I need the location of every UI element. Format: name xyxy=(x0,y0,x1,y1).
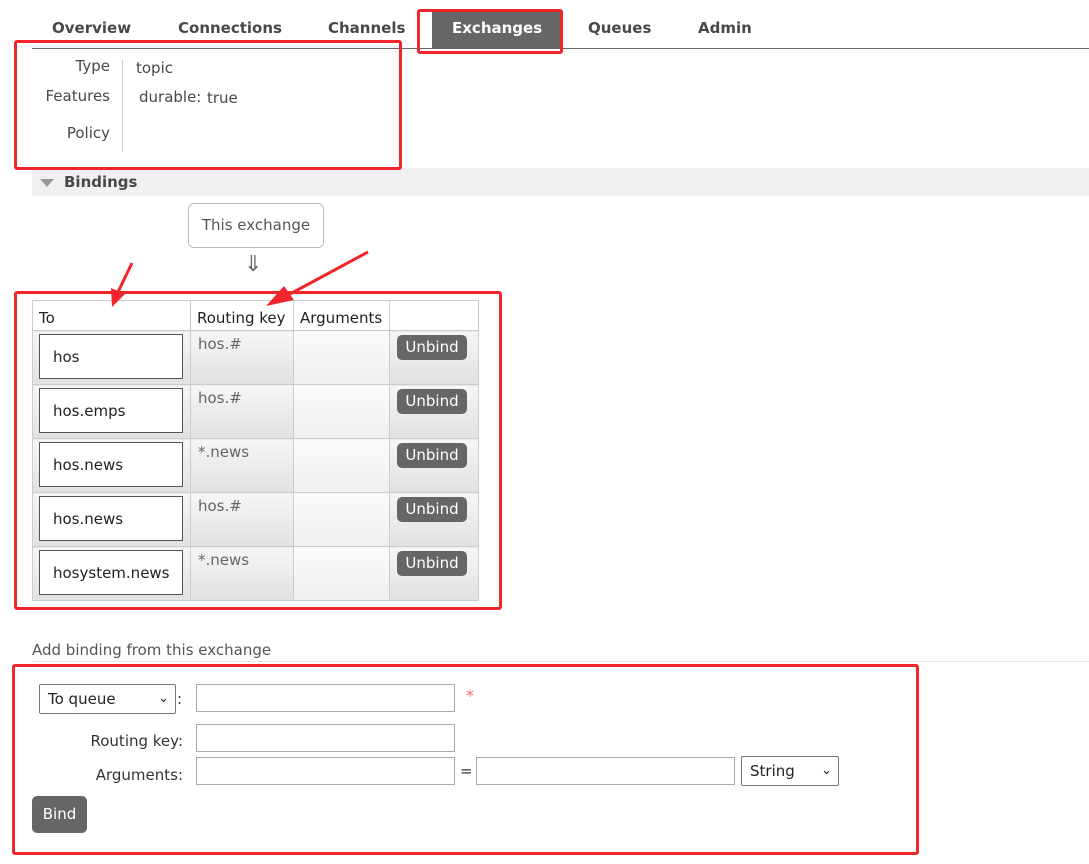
unbind-button[interactable]: Unbind xyxy=(397,551,467,576)
destination-colon: : xyxy=(177,690,183,708)
details-divider xyxy=(122,60,123,152)
destination-type-select[interactable]: To queue ⌄ xyxy=(39,684,176,714)
add-binding-title: Add binding from this exchange xyxy=(32,641,1089,662)
table-row: hos.news *.news Unbind xyxy=(32,438,479,493)
equals-sign: = xyxy=(460,762,473,780)
bindings-table: To Routing key Arguments hos hos.# Unbin… xyxy=(32,300,479,601)
this-exchange-box: This exchange xyxy=(188,203,324,248)
double-down-arrow-icon: ⇓ xyxy=(244,252,263,277)
arguments-cell xyxy=(293,438,390,493)
queue-link[interactable]: hosystem.news xyxy=(39,550,183,595)
routing-key-cell: *.news xyxy=(190,546,294,601)
argument-value-input[interactable] xyxy=(476,757,735,785)
bindings-section-header[interactable]: Bindings xyxy=(32,168,1089,196)
argument-type-value: String xyxy=(750,762,795,780)
routing-key-cell: hos.# xyxy=(190,384,294,439)
tab-connections[interactable]: Connections xyxy=(178,12,282,48)
unbind-button[interactable]: Unbind xyxy=(397,497,467,522)
type-label: Type xyxy=(75,57,110,75)
unbind-button[interactable]: Unbind xyxy=(397,389,467,414)
routing-key-cell: *.news xyxy=(190,438,294,493)
required-marker: * xyxy=(466,686,474,705)
table-row: hos.news hos.# Unbind xyxy=(32,492,479,547)
column-header-to: To xyxy=(32,300,191,331)
arguments-cell xyxy=(293,492,390,547)
queue-link[interactable]: hos.emps xyxy=(39,388,183,433)
queue-link[interactable]: hos.news xyxy=(39,496,183,541)
column-header-actions xyxy=(389,300,479,331)
unbind-button[interactable]: Unbind xyxy=(397,443,467,468)
table-header-row: To Routing key Arguments xyxy=(32,300,479,331)
arguments-cell xyxy=(293,384,390,439)
routing-key-input[interactable] xyxy=(196,724,455,752)
argument-type-select[interactable]: String ⌄ xyxy=(741,756,839,786)
unbind-button[interactable]: Unbind xyxy=(397,335,467,360)
argument-key-input[interactable] xyxy=(196,757,455,785)
queue-link[interactable]: hos.news xyxy=(39,442,183,487)
chevron-down-icon: ⌄ xyxy=(158,691,169,706)
arguments-cell xyxy=(293,546,390,601)
column-header-routing-key: Routing key xyxy=(190,300,294,331)
table-row: hos hos.# Unbind xyxy=(32,330,479,385)
destination-type-value: To queue xyxy=(48,690,116,708)
chevron-down-icon: ⌄ xyxy=(821,763,832,778)
feature-durable-value: true xyxy=(207,89,238,107)
arguments-cell xyxy=(293,330,390,385)
policy-label: Policy xyxy=(66,124,110,142)
table-row: hos.emps hos.# Unbind xyxy=(32,384,479,439)
main-nav: Overview Connections Channels Exchanges … xyxy=(32,12,1089,49)
tab-overview[interactable]: Overview xyxy=(52,12,131,48)
queue-link[interactable]: hos xyxy=(39,334,183,379)
annotation-arrow-routing-key-column xyxy=(266,250,369,306)
bind-button[interactable]: Bind xyxy=(32,796,87,833)
tab-queues[interactable]: Queues xyxy=(588,12,651,48)
tab-channels[interactable]: Channels xyxy=(328,12,405,48)
type-value: topic xyxy=(136,59,173,77)
routing-key-cell: hos.# xyxy=(190,492,294,547)
collapse-triangle-icon xyxy=(40,179,54,187)
table-row: hosystem.news *.news Unbind xyxy=(32,546,479,601)
feature-durable-key: durable: xyxy=(139,88,202,106)
column-header-arguments: Arguments xyxy=(293,300,390,331)
arguments-label: Arguments: xyxy=(95,766,183,784)
tab-exchanges[interactable]: Exchanges xyxy=(432,12,563,48)
features-label: Features xyxy=(45,87,111,105)
destination-input[interactable] xyxy=(196,684,455,712)
bindings-title: Bindings xyxy=(64,173,138,191)
routing-key-cell: hos.# xyxy=(190,330,294,385)
tab-admin[interactable]: Admin xyxy=(698,12,752,48)
routing-key-label: Routing key: xyxy=(90,732,184,750)
